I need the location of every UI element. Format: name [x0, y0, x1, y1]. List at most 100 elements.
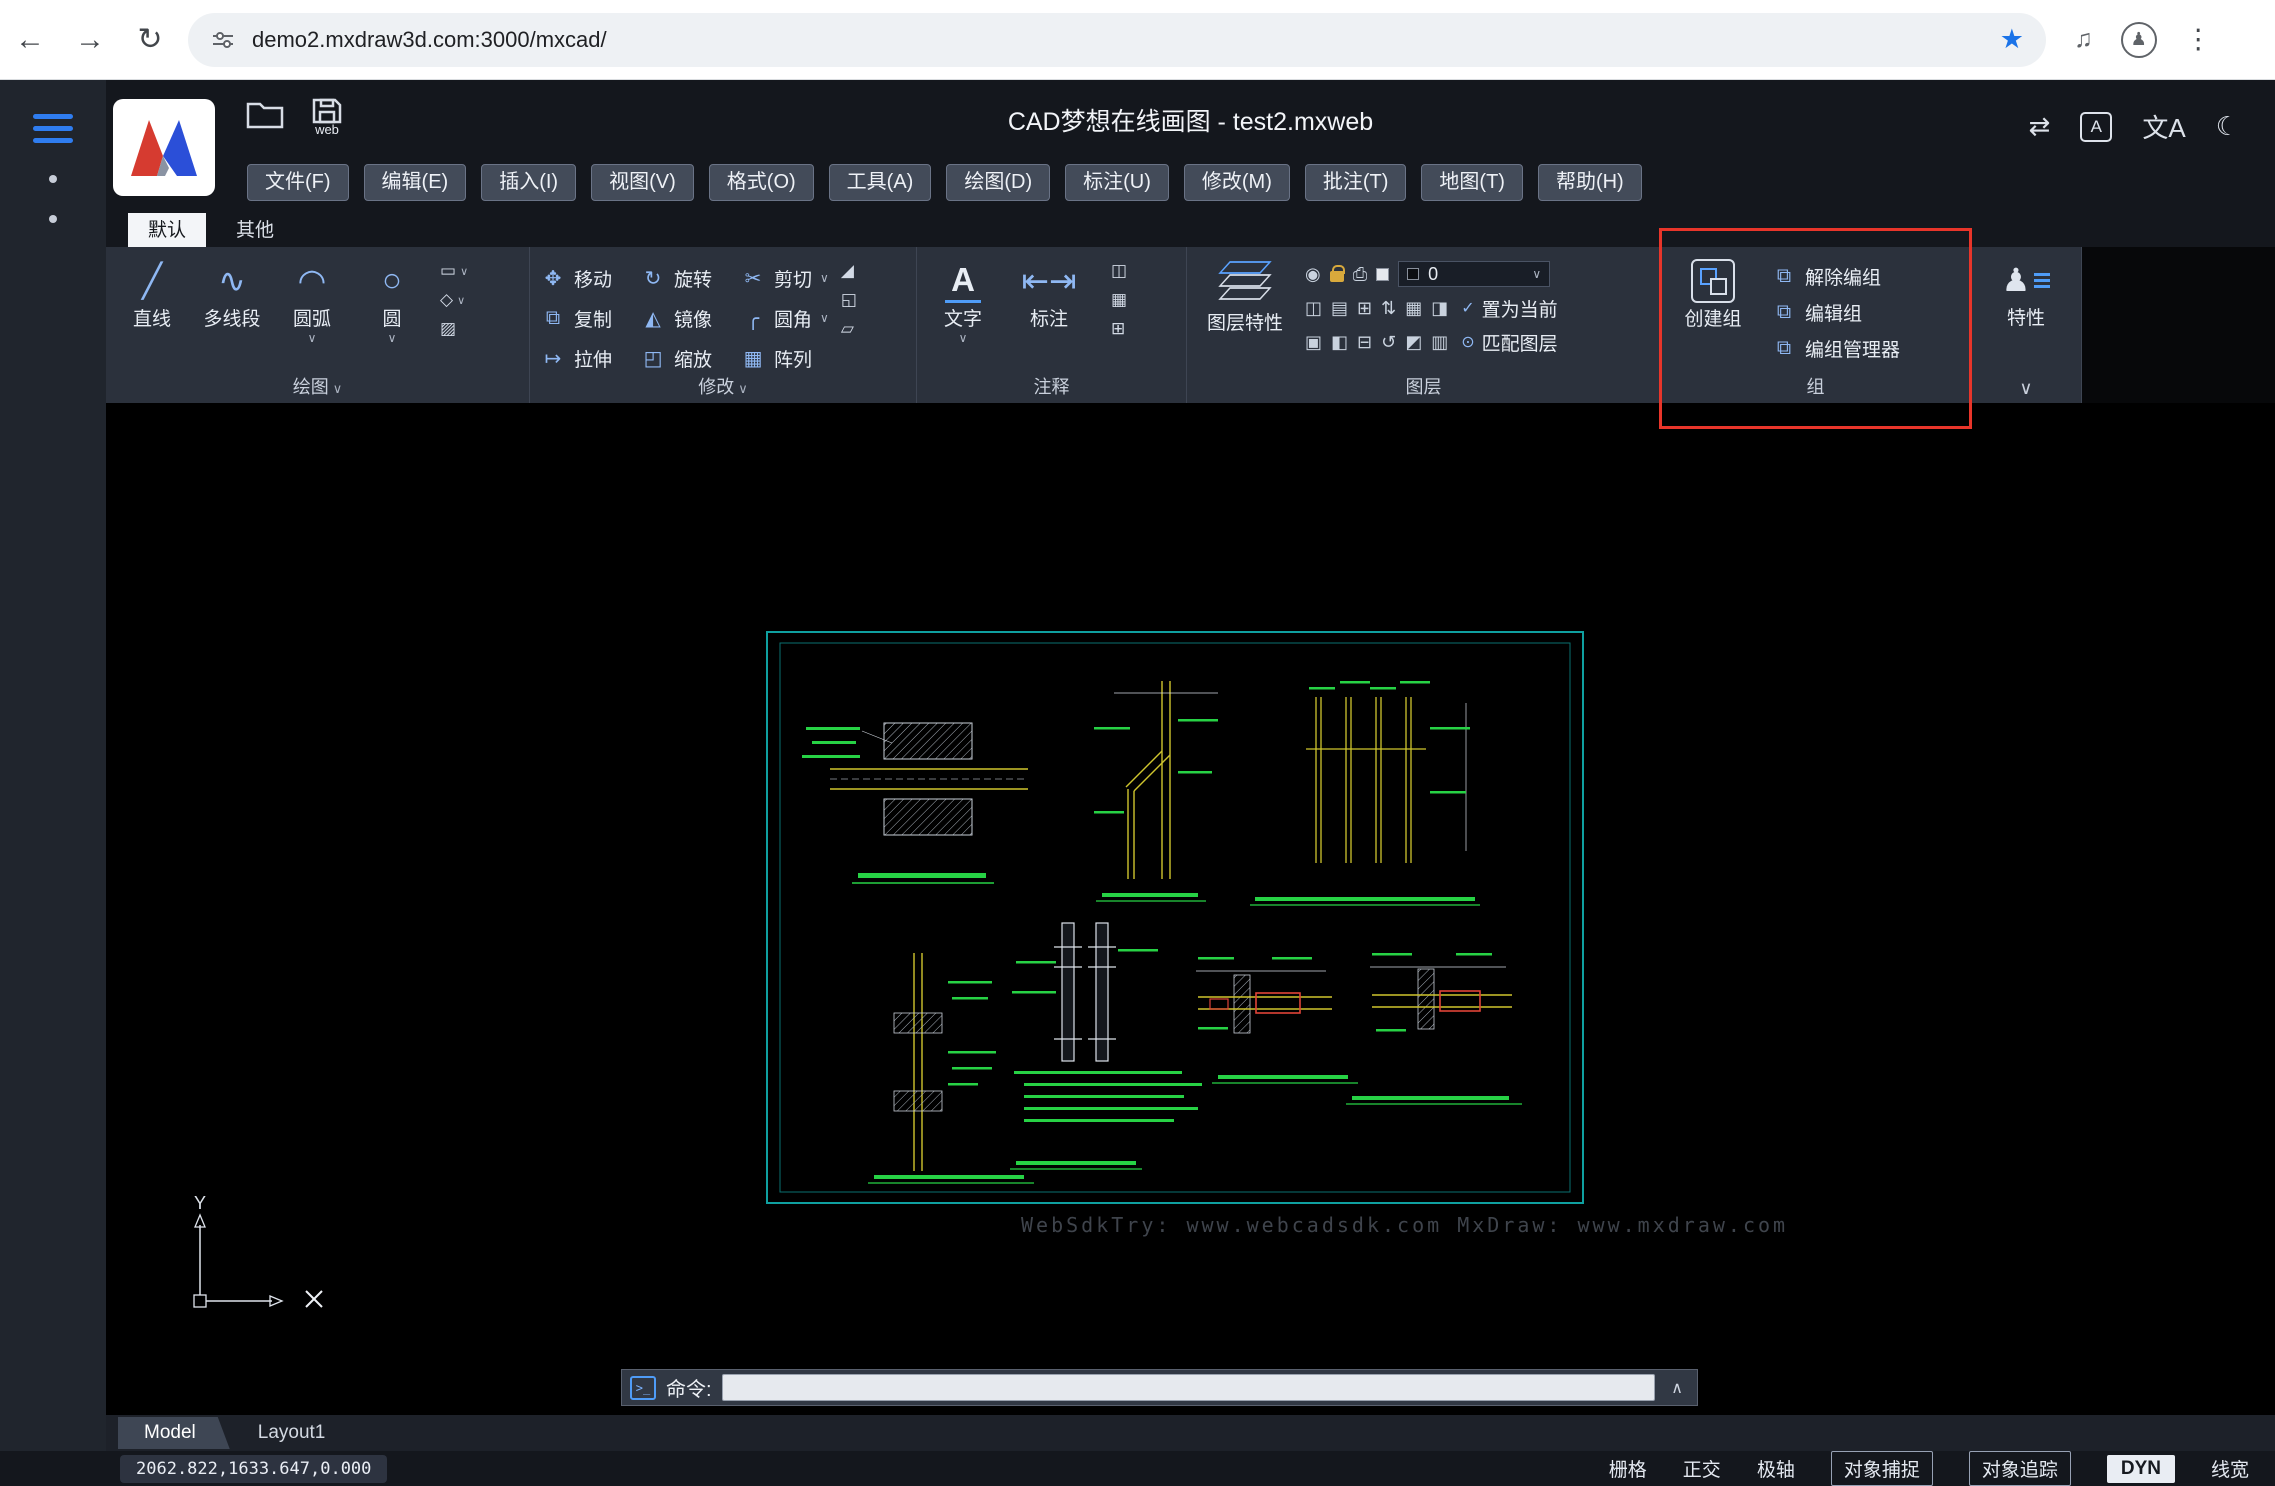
modify-tool-button[interactable]: ↻ 旋转	[640, 263, 720, 293]
layer-visibility-eye-icon[interactable]: ◉	[1305, 264, 1321, 285]
layer-tool-icon[interactable]: ▥	[1431, 332, 1448, 353]
modify-tool-button[interactable]: ✥ 移动	[540, 263, 620, 293]
command-collapse-chevron[interactable]: ∧	[1665, 1378, 1689, 1398]
tab-default[interactable]: 默认	[128, 210, 206, 247]
modify-tool-button[interactable]: ◭ 镜像	[640, 303, 720, 333]
tab-layout1[interactable]: Layout1	[232, 1417, 352, 1449]
translate-icon[interactable]: 文A	[2142, 108, 2185, 145]
hamburger-menu-icon[interactable]	[33, 114, 73, 143]
url-text[interactable]: demo2.mxdraw3d.com:3000/mxcad/	[252, 27, 2000, 53]
ai-icon[interactable]: A	[2080, 112, 2112, 142]
menu-item[interactable]: 视图(V)	[591, 164, 694, 201]
command-input[interactable]	[722, 1374, 1656, 1401]
draw-tool-button[interactable]: ╱ 直线	[116, 257, 188, 373]
modify-mini-button[interactable]: ▱	[841, 319, 857, 339]
menu-item[interactable]: 格式(O)	[709, 164, 814, 201]
layer-tool-icon[interactable]: ▤	[1331, 298, 1348, 319]
layer-tool-icon[interactable]: ◫	[1305, 298, 1322, 319]
reload-button[interactable]: ↻	[120, 22, 180, 57]
modify-mini-button[interactable]: ◢	[841, 261, 857, 281]
layer-select[interactable]: 0 ∨	[1398, 261, 1550, 287]
draw-tool-button[interactable]: ○ 圆 ∨	[356, 257, 428, 373]
tab-other[interactable]: 其他	[216, 210, 294, 247]
group-tool-button[interactable]: ⧉ 编辑组	[1771, 299, 1900, 326]
modify-tool-button[interactable]: ◰ 缩放	[640, 343, 720, 373]
group-tool-button[interactable]: ⧉ 解除编组	[1771, 263, 1900, 290]
set-current-layer-button[interactable]: ✓ 置为当前	[1461, 295, 1557, 322]
chevron-down-icon[interactable]: ∨	[460, 265, 468, 278]
layer-tool-icon[interactable]: ▣	[1305, 332, 1322, 353]
toggle-ortho[interactable]: 正交	[1683, 1455, 1721, 1482]
back-button[interactable]: ←	[0, 23, 60, 57]
menu-item[interactable]: 文件(F)	[247, 164, 349, 201]
modify-mini-button[interactable]: ◱	[841, 290, 857, 310]
menu-item[interactable]: 插入(I)	[481, 164, 576, 201]
properties-button[interactable]: ♟	[2002, 257, 2051, 303]
layer-lock-icon[interactable]	[1330, 271, 1344, 282]
group-label-modify[interactable]: 修改∨	[530, 373, 916, 399]
menu-item[interactable]: 绘图(D)	[946, 164, 1050, 201]
modify-tool-button[interactable]: ⧉ 复制	[540, 303, 620, 333]
toggle-lineweight[interactable]: 线宽	[2211, 1455, 2249, 1482]
browser-menu-icon[interactable]: ⋮	[2185, 24, 2212, 55]
chevron-down-icon[interactable]: ∨	[820, 271, 829, 285]
chevron-down-icon[interactable]: ∨	[308, 331, 317, 345]
layer-print-icon[interactable]: ⎙	[1353, 264, 1367, 285]
drawing-canvas[interactable]: WebSdkTry: www.webcadsdk.com MxDraw: www…	[106, 403, 2275, 1415]
layer-tool-icon[interactable]: ◧	[1331, 332, 1348, 353]
address-bar[interactable]: demo2.mxdraw3d.com:3000/mxcad/ ★	[188, 13, 2046, 67]
profile-avatar[interactable]: ♟	[2121, 22, 2157, 58]
modify-tool-button[interactable]: ▦ 阵列	[740, 343, 829, 373]
menu-item[interactable]: 标注(U)	[1065, 164, 1169, 201]
layer-color-chip[interactable]	[1376, 268, 1389, 281]
layer-tool-icon[interactable]: ◩	[1405, 332, 1422, 353]
layer-tool-icon[interactable]: ▦	[1405, 298, 1422, 319]
layer-tool-icon[interactable]: ◨	[1431, 298, 1448, 319]
layer-tool-icon[interactable]: ⊟	[1357, 332, 1372, 353]
toggle-object-track[interactable]: 对象追踪	[1969, 1451, 2071, 1486]
annotate-mini-button[interactable]: ⊞	[1111, 319, 1127, 339]
menu-item[interactable]: 地图(T)	[1421, 164, 1523, 201]
menu-item[interactable]: 批注(T)	[1305, 164, 1407, 201]
swap-icon[interactable]: ⇄	[2029, 111, 2051, 142]
group-label-draw[interactable]: 绘图∨	[106, 373, 529, 399]
layer-tool-icon[interactable]: ↺	[1381, 332, 1396, 353]
group-tool-button[interactable]: ⧉ 编组管理器	[1771, 335, 1900, 362]
chevron-down-icon[interactable]: ∨	[1532, 267, 1541, 281]
draw-tool-button[interactable]: ∿ 多线段	[196, 257, 268, 373]
match-layer-button[interactable]: ⊙ 匹配图层	[1461, 329, 1557, 356]
menu-item[interactable]: 工具(A)	[829, 164, 932, 201]
annotate-mini-button[interactable]: ◫	[1111, 261, 1127, 281]
menu-item[interactable]: 帮助(H)	[1538, 164, 1642, 201]
layer-tool-icon[interactable]: ⇅	[1381, 298, 1396, 319]
properties-expand-chevron[interactable]: ∨	[1971, 378, 2081, 399]
chevron-down-icon[interactable]: ∨	[457, 294, 465, 307]
text-tool-button[interactable]: A 文字 ∨	[927, 257, 999, 373]
menu-item[interactable]: 编辑(E)	[364, 164, 467, 201]
toggle-polar[interactable]: 极轴	[1757, 1455, 1795, 1482]
forward-button[interactable]: →	[60, 23, 120, 57]
draw-mini-button[interactable]: ◇ ∨	[440, 290, 468, 310]
chevron-down-icon[interactable]: ∨	[388, 331, 397, 345]
modify-tool-button[interactable]: ↦ 拉伸	[540, 343, 620, 373]
media-controls-icon[interactable]: ♫	[2074, 25, 2093, 54]
annotate-mini-button[interactable]: ▦	[1111, 290, 1127, 310]
draw-tool-button[interactable]: ◠ 圆弧 ∨	[276, 257, 348, 373]
theme-moon-icon[interactable]: ☾	[2216, 111, 2239, 142]
toggle-grid[interactable]: 栅格	[1609, 1455, 1647, 1482]
layer-properties-button[interactable]: 图层特性	[1197, 257, 1293, 373]
chevron-down-icon[interactable]: ∨	[959, 331, 968, 345]
modify-tool-button[interactable]: ✂ 剪切 ∨	[740, 263, 829, 293]
draw-mini-button[interactable]: ▨	[440, 319, 468, 339]
modify-tool-button[interactable]: ╭ 圆角 ∨	[740, 303, 829, 333]
chevron-down-icon[interactable]: ∨	[820, 311, 829, 325]
toggle-dyn[interactable]: DYN	[2107, 1455, 2175, 1483]
toggle-object-snap[interactable]: 对象捕捉	[1831, 1451, 1933, 1486]
layer-tool-icon[interactable]: ⊞	[1357, 298, 1372, 319]
menu-item[interactable]: 修改(M)	[1184, 164, 1290, 201]
tab-model[interactable]: Model	[118, 1417, 230, 1449]
site-settings-icon[interactable]	[210, 27, 236, 53]
draw-mini-button[interactable]: ▭ ∨	[440, 261, 468, 281]
bookmark-star-icon[interactable]: ★	[2000, 24, 2024, 55]
create-group-button[interactable]: 创建组	[1671, 257, 1755, 373]
